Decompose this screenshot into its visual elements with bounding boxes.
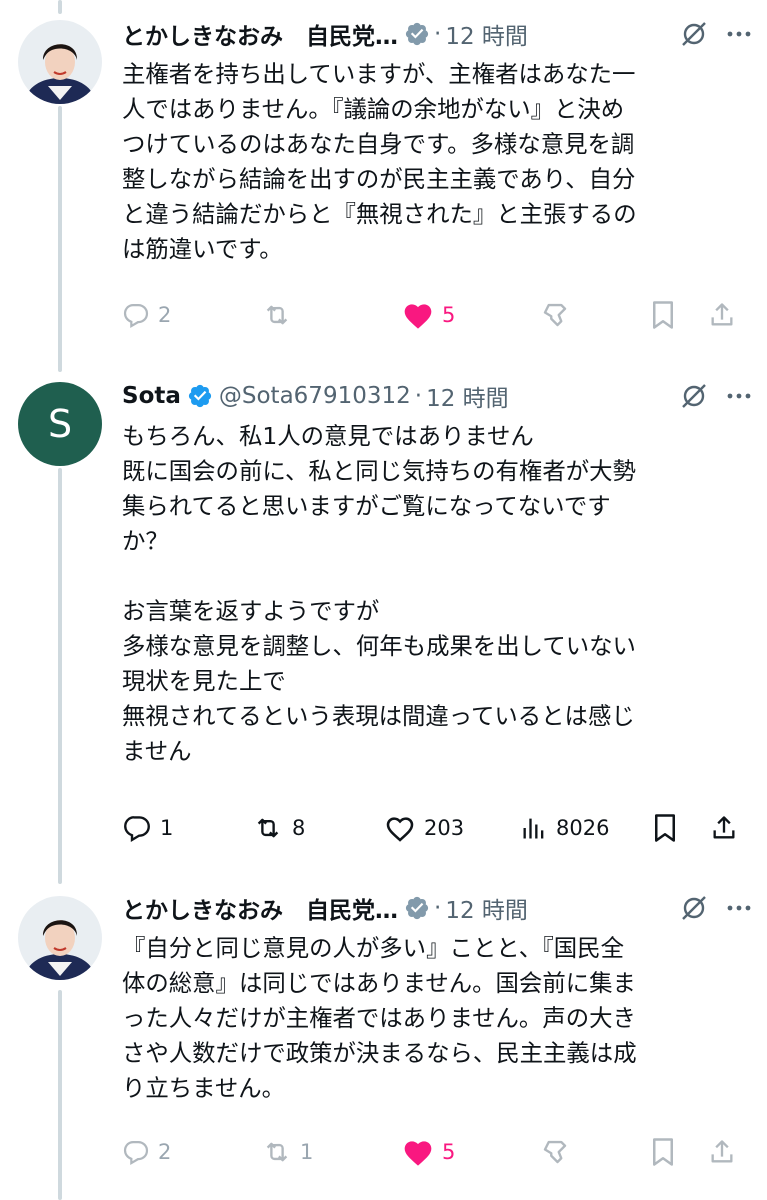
grok-icon[interactable] [677, 17, 711, 51]
heart-icon [386, 817, 414, 842]
tweet-text-line: ません [122, 737, 192, 765]
tweet-text-line: つけているのはあなた自身です。多様な意見を調 [122, 130, 635, 158]
like-count: 5 [442, 303, 456, 327]
views-button[interactable] [540, 1130, 650, 1174]
tweet-text-line: さや人数だけで政策が決まるなら、民主主義は成 [122, 1039, 637, 1067]
heart-icon [404, 1141, 432, 1166]
tweet-text-line: 主権者を持ち出していますが、主権者はあなた一 [122, 60, 636, 88]
tweet-text-line: 整しながら結論を出すのが民主主義であり、自分 [122, 165, 636, 193]
reply-count: 2 [158, 1140, 172, 1164]
views-icon [543, 303, 567, 327]
display-name[interactable]: とかしきなおみ 自民党… [122, 17, 398, 51]
display-name[interactable]: とかしきなおみ 自民党… [122, 891, 398, 925]
bookmark-button[interactable] [650, 1130, 708, 1174]
retweet-icon [257, 818, 279, 838]
share-icon [711, 1140, 733, 1163]
tweet-text-line: 既に国会の前に、私と同じ気持ちの有権者が大勢 [122, 457, 636, 485]
retweet-button[interactable]: 8 [252, 806, 384, 850]
avatar[interactable] [18, 20, 102, 104]
avatar[interactable]: S [18, 382, 102, 466]
tweet[interactable]: とかしきなおみ 自民党… · 12 時間 『自分と同じ意見の人が多い』ことと、『… [0, 872, 767, 1200]
handle[interactable]: @Sota67910312 [219, 383, 411, 409]
tweet-text: 『自分と同じ意見の人が多い』ことと、『国民全 体の総意』は同じではありません。国… [122, 931, 749, 1106]
tweet[interactable]: S Sota @Sota67910312 · 12 時間 もちろん、私1人の意見… [0, 360, 767, 872]
separator-dot: · [434, 895, 442, 921]
more-icon[interactable] [711, 379, 751, 413]
retweet-count: 8 [292, 816, 306, 840]
like-button[interactable]: 5 [402, 293, 540, 337]
grok-icon[interactable] [677, 379, 711, 413]
share-button[interactable] [710, 806, 746, 850]
tweet-text-line [122, 559, 749, 594]
separator-dot: · [414, 383, 423, 409]
avatar-initial: S [47, 402, 73, 446]
reply-icon [123, 1140, 149, 1166]
share-button[interactable] [708, 1130, 744, 1174]
tweet[interactable]: とかしきなおみ 自民党… · 12 時間 主権者を持ち出していますが、主権者はあ… [0, 0, 767, 360]
verified-badge-icon [404, 895, 430, 921]
bookmark-icon [653, 1138, 673, 1166]
tweet-text-line: は筋違いです。 [122, 235, 283, 263]
verified-badge-icon [404, 21, 430, 47]
tweet-text-line: 集られてると思いますがご覧になってないです [122, 492, 611, 520]
retweet-icon [266, 305, 288, 325]
views-count: 8026 [556, 816, 610, 840]
tweet-text-line: 現状を見た上で [122, 667, 286, 695]
tweet-text-line: 『自分と同じ意見の人が多い』ことと、『国民全 [122, 934, 624, 962]
tweet-text-line: もちろん、私1人の意見ではありません [122, 422, 534, 450]
more-icon[interactable] [711, 17, 751, 51]
views-button[interactable]: 8026 [520, 806, 652, 850]
tweet-text-line: り立ちません。 [122, 1074, 286, 1102]
retweet-icon [266, 1142, 288, 1162]
tweet-text-line: お言葉を返すようですが [122, 597, 380, 625]
timestamp[interactable]: 12 時間 [426, 379, 509, 413]
tweet-text-line: か？ [122, 527, 169, 555]
tweet-text: 主権者を持ち出していますが、主権者はあなた一 人ではありません。『議論の余地がな… [122, 57, 749, 267]
reply-button[interactable]: 2 [122, 1130, 262, 1174]
reply-count: 1 [160, 816, 174, 840]
retweet-button[interactable]: 1 [262, 1130, 402, 1174]
retweet-button[interactable] [262, 293, 402, 337]
views-icon [543, 1140, 567, 1164]
views-button[interactable] [540, 293, 650, 337]
verified-badge-icon [187, 383, 213, 409]
share-icon [713, 816, 735, 839]
like-count: 5 [442, 1140, 456, 1164]
bookmark-icon [655, 814, 675, 842]
share-icon [711, 303, 733, 326]
bookmark-button[interactable] [650, 293, 708, 337]
retweet-count: 1 [300, 1140, 314, 1164]
heart-icon [404, 304, 432, 329]
like-count: 203 [424, 816, 465, 840]
tweet-text-line: 人ではありません。『議論の余地がない』と決め [122, 95, 625, 123]
reply-button[interactable]: 1 [122, 806, 252, 850]
reply-button[interactable]: 2 [122, 293, 262, 337]
like-button[interactable]: 5 [402, 1130, 540, 1174]
display-name[interactable]: Sota [122, 383, 181, 409]
grok-icon[interactable] [677, 891, 711, 925]
tweet-text-line: 体の総意』は同じではありません。国会前に集ま [122, 969, 636, 997]
tweet-text-line: 無視されてるという表現は間違っているとは感じ [122, 702, 635, 730]
separator-dot: · [434, 21, 442, 47]
reply-icon [124, 816, 150, 842]
bookmark-button[interactable] [652, 806, 710, 850]
timestamp[interactable]: 12 時間 [445, 17, 528, 51]
bookmark-icon [653, 301, 673, 329]
like-button[interactable]: 203 [384, 806, 520, 850]
tweet-text-line: 多様な意見を調整し、何年も成果を出していない [122, 632, 636, 660]
timestamp[interactable]: 12 時間 [445, 891, 528, 925]
share-button[interactable] [708, 293, 744, 337]
reply-icon [123, 303, 149, 329]
views-icon [523, 818, 544, 839]
reply-count: 2 [158, 303, 172, 327]
avatar[interactable] [18, 896, 102, 980]
tweet-text-line: と違う結論だからと『無視された』と主張するの [122, 200, 637, 228]
tweet-text-line: った人々だけが主権者ではありません。声の大き [122, 1004, 636, 1032]
more-icon[interactable] [711, 891, 751, 925]
tweet-text: もちろん、私1人の意見ではありません 既に国会の前に、私と同じ気持ちの有権者が大… [122, 419, 749, 769]
